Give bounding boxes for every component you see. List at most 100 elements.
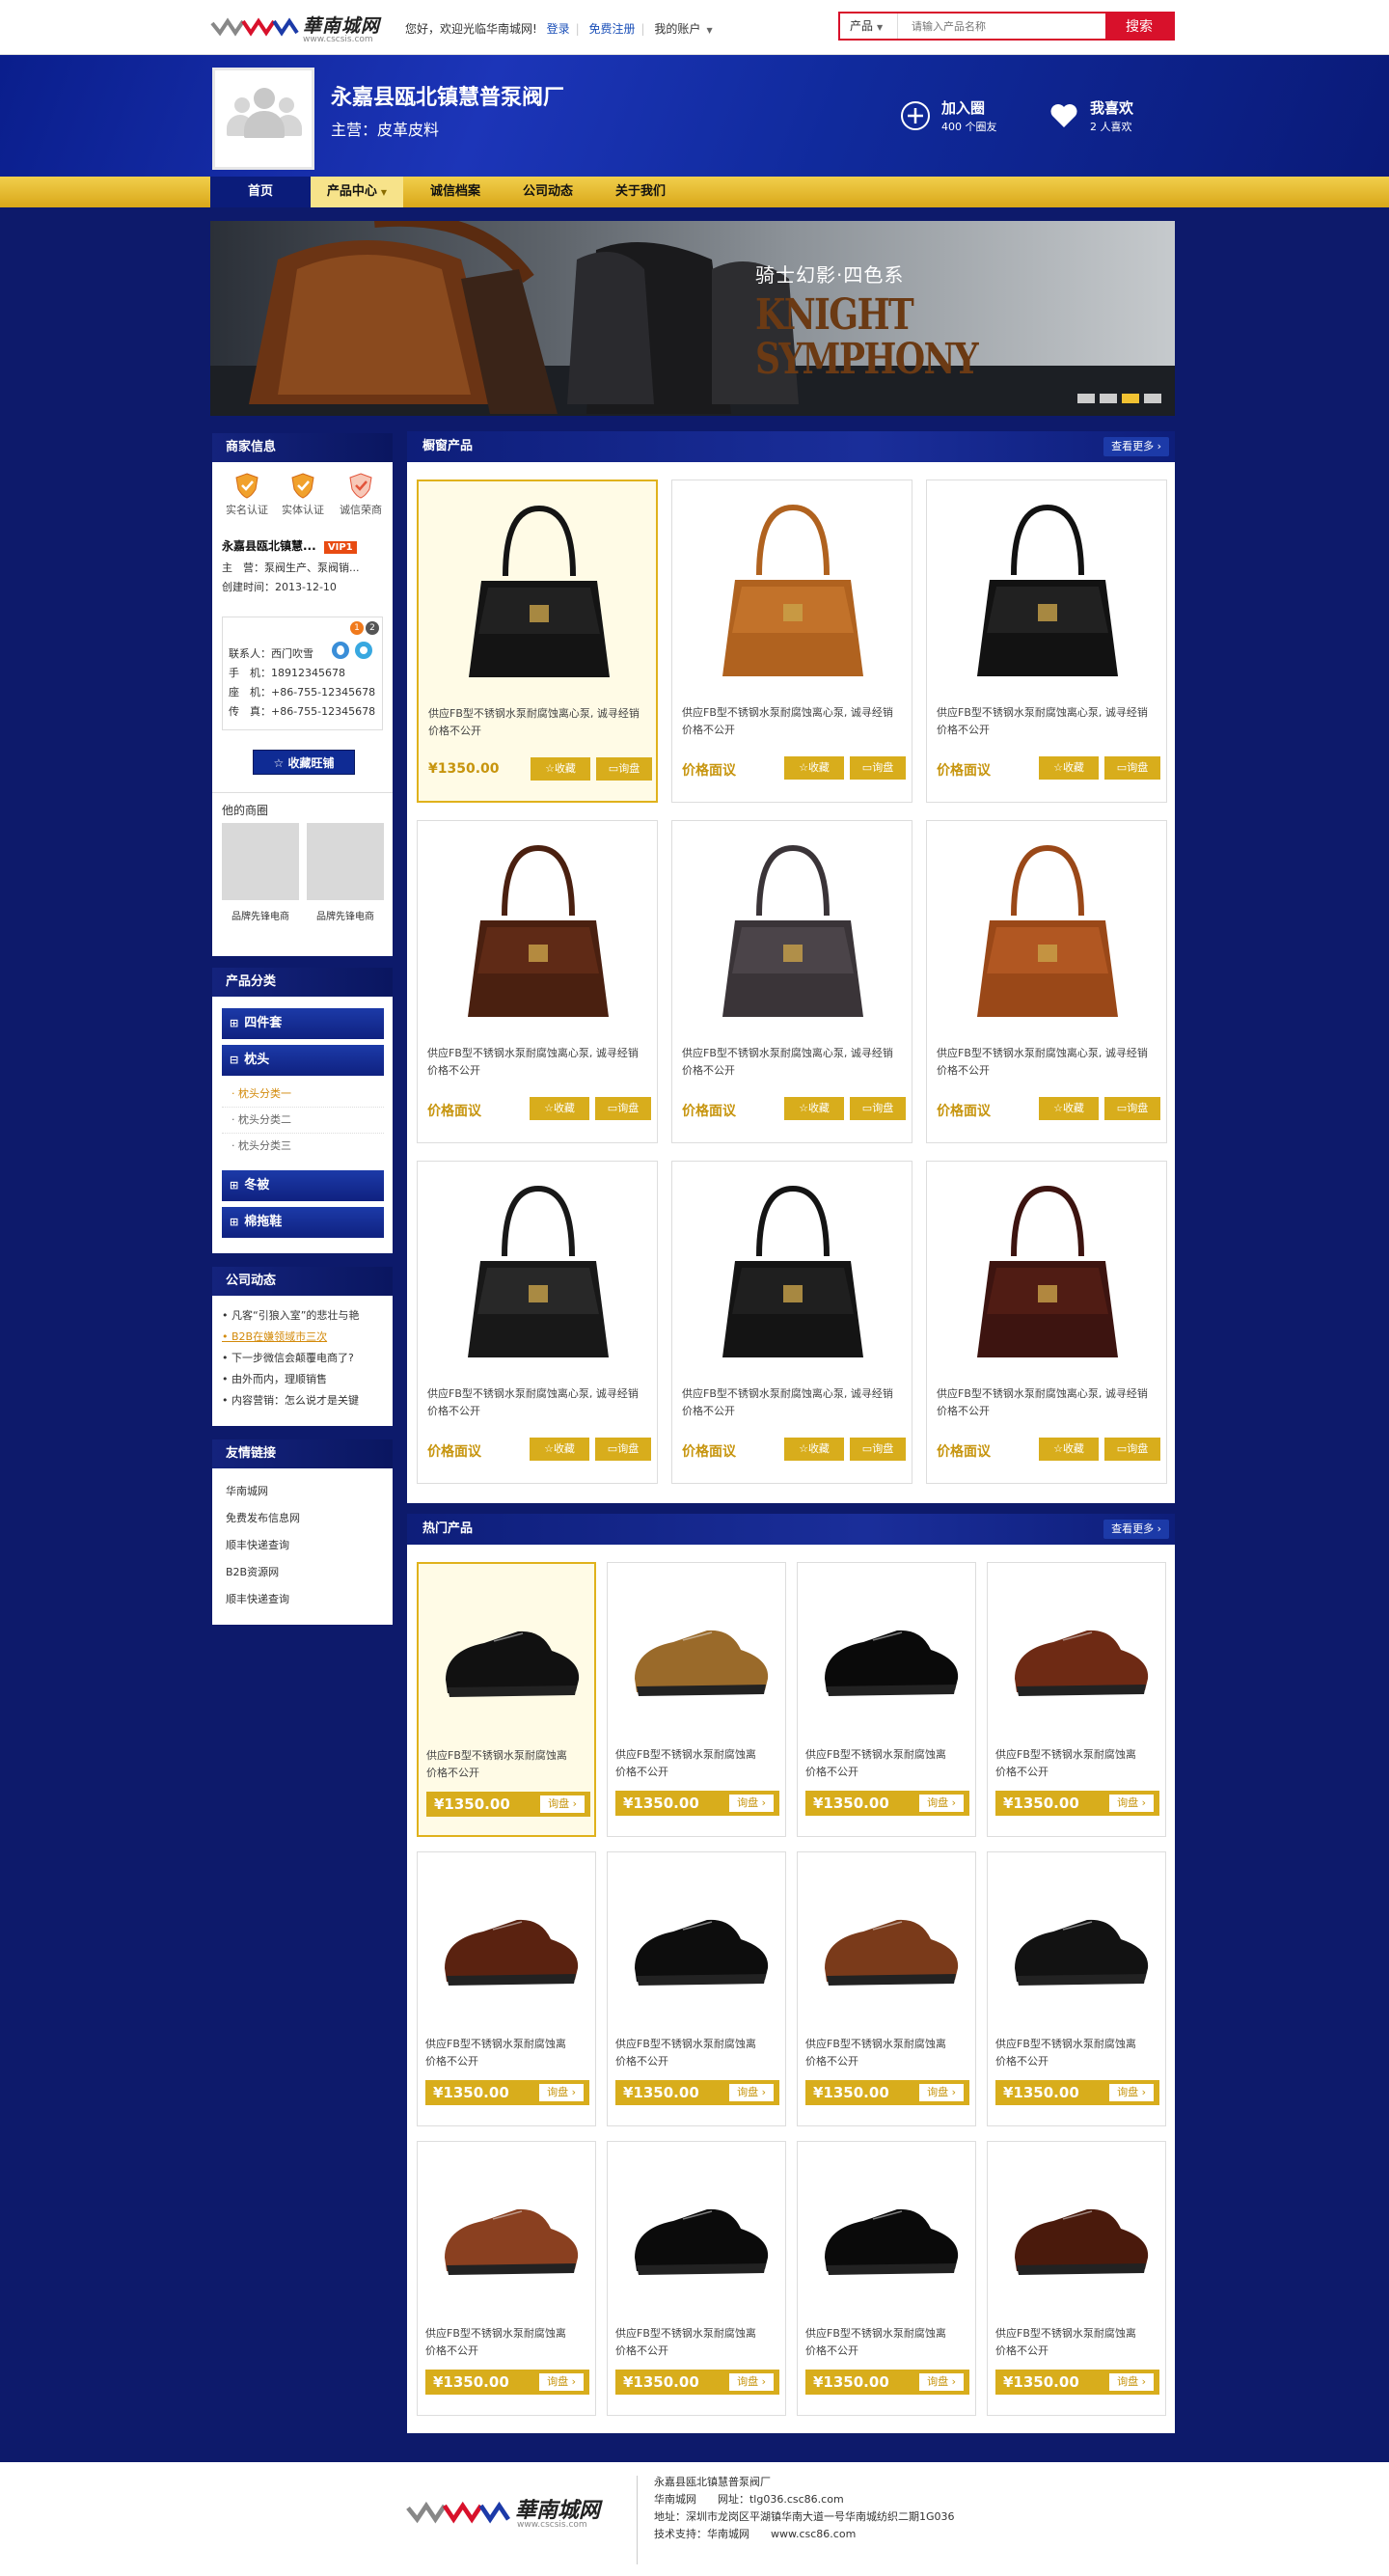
showcase-product-card[interactable]: 供应FB型不锈钢水泵耐腐蚀离心泵, 诚寻经销 价格不公开 价格面议 ☆收藏 ▭询盘 [417, 820, 658, 1143]
hot-product-card[interactable]: 供应FB型不锈钢水泵耐腐蚀离 价格不公开 ¥1350.00 询盘 › [417, 1562, 596, 1837]
category-item[interactable]: ⊞ 棉拖鞋 [222, 1207, 384, 1238]
nav-products[interactable]: 产品中心 ▼ [311, 177, 403, 207]
nav-about[interactable]: 关于我们 [594, 177, 687, 207]
favorite-shop-button[interactable]: ☆ 收藏旺铺 [253, 750, 355, 775]
product-title[interactable]: 供应FB型不锈钢水泵耐腐蚀离 价格不公开 [995, 1746, 1159, 1781]
inquiry-button[interactable]: 询盘 › [540, 1795, 585, 1813]
inquiry-button[interactable]: 询盘 › [919, 1795, 964, 1812]
inquiry-button[interactable]: ▭询盘 [1104, 1438, 1160, 1461]
showcase-product-card[interactable]: 供应FB型不锈钢水泵耐腐蚀离心泵, 诚寻经销 价格不公开 价格面议 ☆收藏 ▭询盘 [417, 1161, 658, 1484]
inquiry-button[interactable]: 询盘 › [919, 2084, 964, 2101]
hero-banner[interactable]: 骑士幻影·四色系 KNIGHT SYMPHONY [210, 221, 1175, 416]
inquiry-button[interactable]: ▭询盘 [595, 1438, 651, 1461]
product-title[interactable]: 供应FB型不锈钢水泵耐腐蚀离 价格不公开 [615, 2325, 779, 2360]
showcase-product-card[interactable]: 供应FB型不锈钢水泵耐腐蚀离心泵, 诚寻经销 价格不公开 ¥1350.00 ☆收藏 ▭询… [417, 480, 658, 803]
category-item[interactable]: ⊞ 冬被 [222, 1170, 384, 1201]
showcase-product-card[interactable]: 供应FB型不锈钢水泵耐腐蚀离心泵, 诚寻经销 价格不公开 价格面议 ☆收藏 ▭询盘 [926, 480, 1167, 803]
inquiry-button[interactable]: ▭询盘 [1104, 756, 1160, 780]
search-button[interactable]: 搜索 [1105, 14, 1173, 39]
category-item[interactable]: ⊞ 四件套 [222, 1008, 384, 1039]
inquiry-button[interactable]: 询盘 › [539, 2084, 584, 2101]
product-title[interactable]: 供应FB型不锈钢水泵耐腐蚀离心泵, 诚寻经销 价格不公开 [428, 705, 652, 740]
showcase-product-card[interactable]: 供应FB型不锈钢水泵耐腐蚀离心泵, 诚寻经销 价格不公开 价格面议 ☆收藏 ▭询盘 [671, 1161, 912, 1484]
friend-link[interactable]: 华南城网 [226, 1478, 300, 1505]
login-link[interactable]: 登录 [547, 22, 570, 36]
inquiry-button[interactable]: 询盘 › [1109, 2084, 1154, 2101]
inquiry-button[interactable]: 询盘 › [729, 1795, 774, 1812]
product-title[interactable]: 供应FB型不锈钢水泵耐腐蚀离心泵, 诚寻经销 价格不公开 [937, 1385, 1160, 1420]
inquiry-button[interactable]: ▭询盘 [850, 1097, 906, 1120]
nav-credit[interactable]: 诚信档案 [409, 177, 502, 207]
showcase-product-card[interactable]: 供应FB型不锈钢水泵耐腐蚀离心泵, 诚寻经销 价格不公开 价格面议 ☆收藏 ▭询盘 [926, 820, 1167, 1143]
hot-product-card[interactable]: 供应FB型不锈钢水泵耐腐蚀离 价格不公开 ¥1350.00 询盘 › [417, 2141, 596, 2416]
hot-product-card[interactable]: 供应FB型不锈钢水泵耐腐蚀离 价格不公开 ¥1350.00 询盘 › [797, 1851, 976, 2126]
favorite-button[interactable]: ☆收藏 [531, 757, 590, 781]
showcase-product-card[interactable]: 供应FB型不锈钢水泵耐腐蚀离心泵, 诚寻经销 价格不公开 价格面议 ☆收藏 ▭询盘 [926, 1161, 1167, 1484]
hot-product-card[interactable]: 供应FB型不锈钢水泵耐腐蚀离 价格不公开 ¥1350.00 询盘 › [417, 1851, 596, 2126]
hot-product-card[interactable]: 供应FB型不锈钢水泵耐腐蚀离 价格不公开 ¥1350.00 询盘 › [987, 1851, 1166, 2126]
inquiry-button[interactable]: ▭询盘 [850, 1438, 906, 1461]
showcase-more-button[interactable]: 查看更多 › [1103, 437, 1169, 456]
inquiry-button[interactable]: ▭询盘 [595, 1097, 651, 1120]
product-title[interactable]: 供应FB型不锈钢水泵耐腐蚀离 价格不公开 [615, 2036, 779, 2070]
showcase-product-card[interactable]: 供应FB型不锈钢水泵耐腐蚀离心泵, 诚寻经销 价格不公开 价格面议 ☆收藏 ▭询盘 [671, 480, 912, 803]
favorite-button[interactable]: ☆收藏 [530, 1097, 589, 1120]
hot-product-card[interactable]: 供应FB型不锈钢水泵耐腐蚀离 价格不公开 ¥1350.00 询盘 › [987, 1562, 1166, 1837]
banner-dot[interactable] [1144, 394, 1161, 403]
banner-dot-active[interactable] [1122, 394, 1139, 403]
product-title[interactable]: 供应FB型不锈钢水泵耐腐蚀离心泵, 诚寻经销 价格不公开 [682, 704, 906, 739]
news-item[interactable]: • 下一步微信会颠覆电商了? [222, 1348, 388, 1369]
my-account-link[interactable]: 我的账户 ▼ [654, 22, 718, 36]
inquiry-button[interactable]: 询盘 › [1109, 1795, 1154, 1812]
inquiry-button[interactable]: 询盘 › [729, 2084, 774, 2101]
product-title[interactable]: 供应FB型不锈钢水泵耐腐蚀离 价格不公开 [805, 2325, 969, 2360]
hot-more-button[interactable]: 查看更多 › [1103, 1520, 1169, 1539]
inquiry-button[interactable]: ▭询盘 [1104, 1097, 1160, 1120]
product-title[interactable]: 供应FB型不锈钢水泵耐腐蚀离 价格不公开 [426, 1747, 590, 1782]
nav-home[interactable]: 首页 [210, 177, 311, 207]
friend-link[interactable]: 顺丰快递查询 [226, 1586, 300, 1613]
favorite-button[interactable]: ☆收藏 [530, 1438, 589, 1461]
nav-news[interactable]: 公司动态 [502, 177, 594, 207]
hot-product-card[interactable]: 供应FB型不锈钢水泵耐腐蚀离 价格不公开 ¥1350.00 询盘 › [607, 2141, 786, 2416]
subcategory-item[interactable]: · 枕头分类二 [222, 1108, 384, 1134]
favorite-button[interactable]: ☆收藏 [784, 1438, 844, 1461]
banner-dot[interactable] [1077, 394, 1095, 403]
news-item[interactable]: • 由外而内，理顺销售 [222, 1369, 388, 1390]
favorite-button[interactable]: ☆收藏 [784, 1097, 844, 1120]
product-title[interactable]: 供应FB型不锈钢水泵耐腐蚀离 价格不公开 [995, 2325, 1159, 2360]
product-title[interactable]: 供应FB型不锈钢水泵耐腐蚀离 价格不公开 [995, 2036, 1159, 2070]
inquiry-button[interactable]: ▭询盘 [596, 757, 652, 781]
product-title[interactable]: 供应FB型不锈钢水泵耐腐蚀离心泵, 诚寻经销 价格不公开 [427, 1385, 651, 1420]
register-link[interactable]: 免费注册 [589, 22, 636, 36]
inquiry-button[interactable]: 询盘 › [919, 2373, 964, 2391]
inquiry-button[interactable]: ▭询盘 [850, 756, 906, 780]
shop-card[interactable]: 品牌先锋电商 [307, 823, 384, 922]
favorite-button[interactable]: ☆收藏 [1039, 1097, 1099, 1120]
hot-product-card[interactable]: 供应FB型不锈钢水泵耐腐蚀离 价格不公开 ¥1350.00 询盘 › [607, 1851, 786, 2126]
banner-dot[interactable] [1100, 394, 1117, 403]
product-title[interactable]: 供应FB型不锈钢水泵耐腐蚀离 价格不公开 [425, 2036, 589, 2070]
product-title[interactable]: 供应FB型不锈钢水泵耐腐蚀离心泵, 诚寻经销 价格不公开 [937, 1045, 1160, 1080]
favorite-button[interactable]: ☆收藏 [1039, 756, 1099, 780]
product-title[interactable]: 供应FB型不锈钢水泵耐腐蚀离心泵, 诚寻经销 价格不公开 [682, 1385, 906, 1420]
search-category-select[interactable]: 产品 ▼ [840, 14, 898, 39]
inquiry-button[interactable]: 询盘 › [1109, 2373, 1154, 2391]
friend-link[interactable]: B2B资源网 [226, 1559, 300, 1586]
news-item[interactable]: • 内容营销：怎么说才是关键 [222, 1390, 388, 1411]
category-item-expanded[interactable]: ⊟ 枕头 [222, 1045, 384, 1076]
showcase-product-card[interactable]: 供应FB型不锈钢水泵耐腐蚀离心泵, 诚寻经销 价格不公开 价格面议 ☆收藏 ▭询盘 [671, 820, 912, 1143]
product-title[interactable]: 供应FB型不锈钢水泵耐腐蚀离 价格不公开 [805, 1746, 969, 1781]
product-title[interactable]: 供应FB型不锈钢水泵耐腐蚀离 价格不公开 [615, 1746, 779, 1781]
footer-logo[interactable]: 華南城网 www.cscsis.com [405, 2489, 637, 2537]
site-logo[interactable]: 華南城网 www.cscsis.com [210, 12, 384, 44]
news-item[interactable]: • 凡客“引狼入室”的悲壮与艳 [222, 1305, 388, 1327]
product-title[interactable]: 供应FB型不锈钢水泵耐腐蚀离心泵, 诚寻经销 价格不公开 [427, 1045, 651, 1080]
news-item[interactable]: • B2B在嫌领域市三次 [222, 1327, 388, 1348]
friend-link[interactable]: 顺丰快递查询 [226, 1532, 300, 1559]
inquiry-button[interactable]: 询盘 › [539, 2373, 584, 2391]
inquiry-button[interactable]: 询盘 › [729, 2373, 774, 2391]
product-title[interactable]: 供应FB型不锈钢水泵耐腐蚀离心泵, 诚寻经销 价格不公开 [682, 1045, 906, 1080]
favorite-button[interactable]: ☆收藏 [784, 756, 844, 780]
subcategory-item[interactable]: · 枕头分类三 [222, 1134, 384, 1159]
